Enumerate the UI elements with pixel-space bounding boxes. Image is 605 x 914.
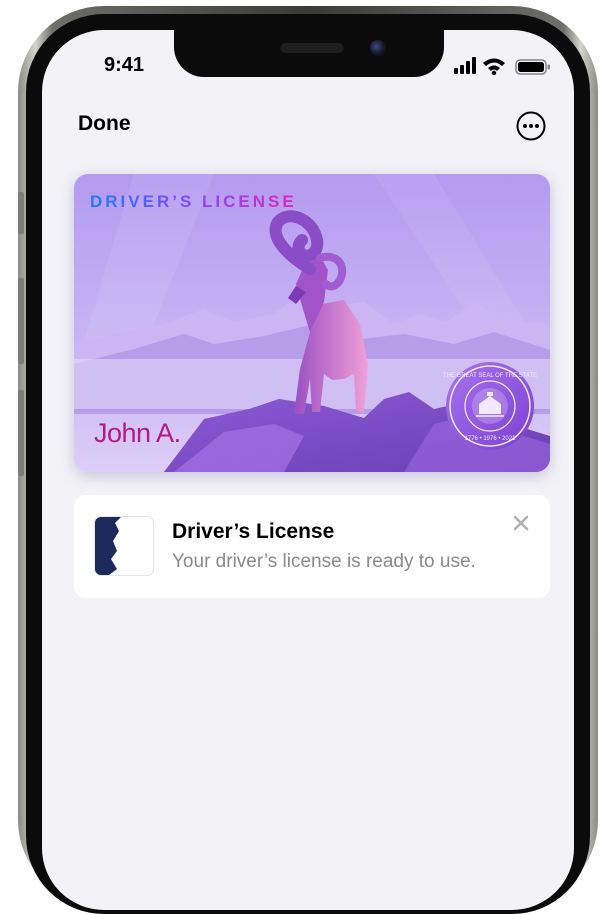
side-button — [18, 192, 24, 234]
screen: 9:41 Done THE GREAT SEAL OF THE STATE 17… — [42, 30, 574, 910]
notch — [174, 30, 444, 77]
notification-message: Your driver’s license is ready to use. — [172, 551, 476, 572]
status-time: 9:41 — [104, 54, 145, 76]
volume-up-button — [18, 278, 24, 364]
notification-title: Driver’s License — [172, 520, 335, 543]
speaker-grille — [280, 43, 344, 53]
wifi-icon — [483, 58, 505, 76]
seal-years: 1776 • 1976 • 2021 — [465, 436, 517, 442]
seal-ring-text: THE GREAT SEAL OF THE STATE — [443, 373, 537, 379]
cellular-signal-icon — [454, 57, 476, 74]
card-holder-name: John A. — [94, 418, 181, 448]
license-thumbnail-icon — [95, 517, 153, 575]
status-icons — [454, 57, 550, 76]
done-button[interactable]: Done — [78, 112, 131, 136]
ellipsis-circle-icon[interactable] — [515, 110, 547, 142]
volume-down-button — [18, 390, 24, 476]
card-title: DRIVER’S LICENSE — [90, 192, 297, 211]
license-ready-notification[interactable]: Driver’s License Your driver’s license i… — [74, 495, 550, 598]
camera-icon — [370, 40, 386, 56]
battery-icon — [515, 59, 550, 75]
close-icon[interactable] — [511, 513, 531, 533]
drivers-license-card[interactable]: THE GREAT SEAL OF THE STATE 1776 • 1976 … — [74, 174, 550, 472]
